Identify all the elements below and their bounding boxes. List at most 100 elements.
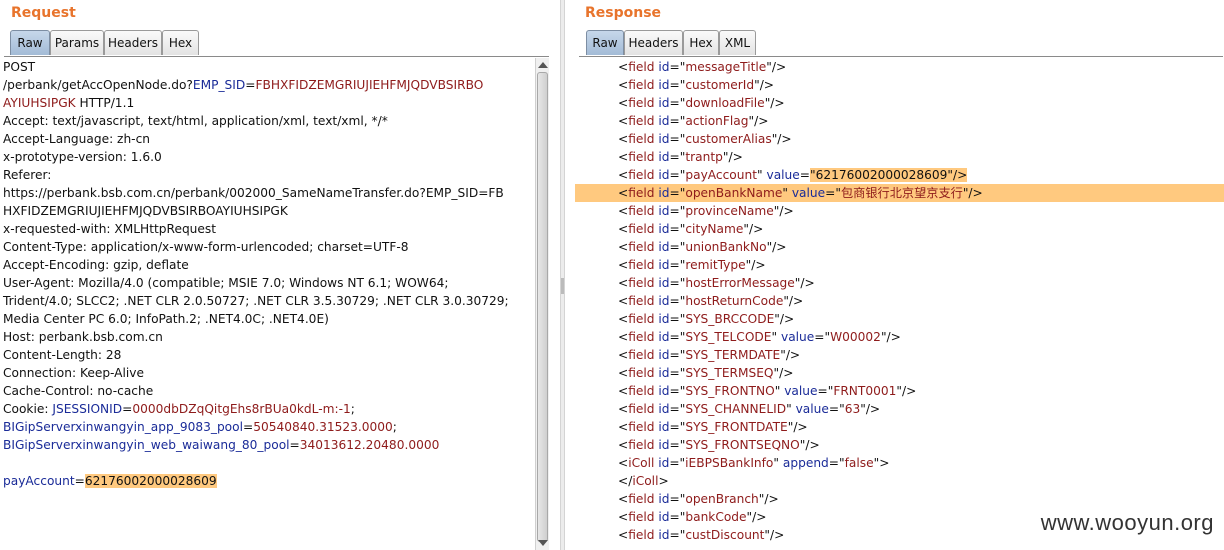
response-token: iEBPSBankInfo [685, 456, 774, 470]
response-token: "/> [745, 258, 766, 272]
response-token: "/> [766, 240, 787, 254]
request-line: POST [3, 58, 533, 76]
request-title: Request [11, 5, 76, 21]
response-token: "/> [754, 78, 775, 92]
response-token: < [618, 294, 629, 308]
request-token: Cookie: [3, 402, 53, 416]
request-token: x-prototype-version: 1.6.0 [3, 150, 162, 164]
response-line: <field id="SYS_TELCODE" value="W00002"/> [565, 328, 1224, 346]
response-token: field [628, 168, 655, 182]
response-token: id [658, 114, 670, 128]
response-token: =" [669, 258, 686, 272]
request-tab-params[interactable]: Params [50, 30, 104, 55]
request-token: Accept: text/javascript, text/html, appl… [3, 114, 388, 128]
request-token: payAccount [3, 474, 75, 488]
response-line: <field id="SYS_FRONTDATE"/> [565, 418, 1224, 436]
request-scrollbar[interactable] [535, 58, 549, 550]
request-token: = [122, 402, 133, 416]
response-tab-raw[interactable]: Raw [586, 30, 624, 55]
response-token: 63 [844, 402, 861, 416]
request-token: = [242, 420, 254, 434]
response-token: id [658, 402, 670, 416]
response-token: field [628, 438, 655, 452]
request-token: = [289, 438, 300, 452]
response-token: =" [828, 402, 845, 416]
request-line: Cache-Control: no-cache [3, 382, 533, 400]
response-token: < [618, 366, 629, 380]
response-token: "/> [896, 384, 917, 398]
request-tab-hex[interactable]: Hex [162, 30, 199, 55]
response-token: payAccount [685, 168, 757, 182]
request-line: Connection: Keep-Alive [3, 364, 533, 382]
response-token: field [628, 276, 655, 290]
response-token: < [618, 150, 629, 164]
response-token: field [628, 330, 655, 344]
response-token: false [844, 456, 874, 470]
response-token: < [618, 168, 629, 182]
response-token: "/> [764, 528, 785, 542]
request-line: AYIUHSIPGK HTTP/1.1 [3, 94, 533, 112]
response-token: < [618, 96, 629, 110]
request-tab-raw[interactable]: Raw [10, 30, 50, 55]
response-token: W00002 [830, 330, 881, 344]
request-token: Host: perbank.bsb.com.cn [3, 330, 163, 344]
scroll-thumb[interactable] [537, 72, 548, 542]
scroll-down-icon[interactable] [538, 540, 548, 546]
response-token: =" [669, 402, 686, 416]
response-token: < [618, 492, 629, 506]
request-line: HXFIDZEMGRIUJIEHFMJQDVBSIRBOAYIUHSIPGK [3, 202, 533, 220]
response-token: =" [669, 132, 686, 146]
response-token: FRNT0001 [833, 384, 897, 398]
response-token: unionBankNo [685, 240, 767, 254]
response-token: id [658, 492, 670, 506]
request-token: Accept-Language: zh-cn [3, 132, 151, 146]
request-token: 34013612.20480.0000 [299, 438, 440, 452]
response-token: SYS_FRONTDATE [685, 420, 788, 434]
response-token: < [618, 222, 629, 236]
request-raw-editor[interactable]: POST/perbank/getAccOpenNode.do?EMP_SID=F… [3, 58, 533, 490]
response-token: id [658, 168, 670, 182]
response-token: append [782, 456, 829, 470]
response-token: cityName [685, 222, 744, 236]
response-line: <field id="downloadFile"/> [565, 94, 1224, 112]
response-token: > [658, 474, 669, 488]
response-token: =" [669, 114, 686, 128]
response-raw-editor[interactable]: <field id="messageTitle"/> <field id="cus… [565, 58, 1224, 544]
response-line: <field id="SYS_FRONTSEQNO"/> [565, 436, 1224, 454]
response-token: < [618, 276, 629, 290]
request-line: User-Agent: Mozilla/4.0 (compatible; MSI… [3, 274, 533, 292]
scroll-up-icon[interactable] [538, 62, 548, 68]
response-token: "/> [773, 204, 794, 218]
response-token: field [628, 60, 655, 74]
response-token: id [658, 222, 670, 236]
response-token: "/> [799, 438, 820, 452]
response-line: <field id="SYS_TERMSEQ"/> [565, 364, 1224, 382]
request-token: Content-Type: application/x-www-form-url… [3, 240, 409, 254]
request-line: BIGipServerxinwangyin_web_waiwang_80_poo… [3, 436, 533, 454]
response-token: "/> [780, 348, 801, 362]
request-token: POST [3, 60, 36, 74]
response-token: < [618, 240, 629, 254]
response-line: <field id="provinceName"/> [565, 202, 1224, 220]
response-token: customerAlias [685, 132, 772, 146]
request-token: = [74, 474, 85, 488]
divider-grip-icon[interactable] [561, 278, 564, 294]
response-token: field [628, 132, 655, 146]
response-token: id [658, 186, 670, 200]
response-tab-xml[interactable]: XML [719, 30, 756, 55]
response-token: < [618, 384, 629, 398]
response-token: messageTitle [685, 60, 767, 74]
request-token: ; [392, 420, 397, 434]
response-token: =" [669, 348, 686, 362]
response-tab-headers[interactable]: Headers [624, 30, 683, 55]
request-tab-headers[interactable]: Headers [104, 30, 162, 55]
response-token: SYS_FRONTNO [685, 384, 775, 398]
response-tabs: Raw Headers Hex XML [579, 30, 1223, 57]
response-token: "/> [766, 60, 787, 74]
response-token: field [628, 204, 655, 218]
response-tab-hex[interactable]: Hex [683, 30, 719, 55]
response-token: "/> [783, 294, 804, 308]
request-line: Cookie: JSESSIONID=0000dbDZqQitgEhs8rBUa… [3, 400, 533, 418]
response-token: =" [669, 456, 686, 470]
response-line: <field id="hostErrorMessage"/> [565, 274, 1224, 292]
